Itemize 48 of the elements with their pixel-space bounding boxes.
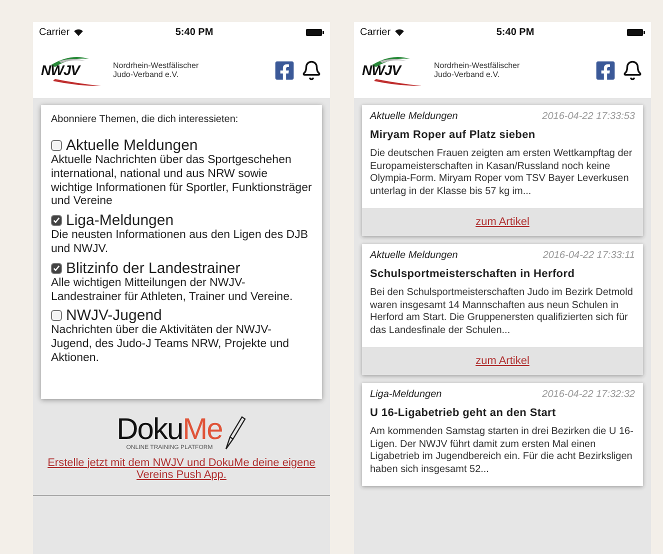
bell-icon[interactable]: [622, 60, 643, 80]
article-category: Liga-Meldungen: [370, 389, 442, 400]
facebook-icon[interactable]: [595, 60, 616, 80]
article-category: Aktuelle Meldungen: [370, 250, 458, 261]
topic-description: Die neusten Informationen aus den Ligen des DJB und NWJV.: [51, 229, 309, 257]
battery-icon: [306, 28, 324, 36]
org-name: Judo-Verband e.V.: [113, 70, 180, 79]
article-link[interactable]: zum Artikel: [470, 216, 536, 228]
article-excerpt: Am kommenden Samstag starten in drei Bezirken die U 16-Ligen. Der NWJV führt damit zum ersten Mal einen Ligabetrieb im Jugendbereich ein. Für die acht Bezirksligen haben sich insgesamt 52...: [370, 426, 634, 476]
article-category: Aktuelle Meldungen: [370, 111, 458, 122]
checkbox[interactable]: [51, 310, 62, 322]
promo-link[interactable]: Erstelle jetzt mit dem NWJV und DokuMe deine eigene Vereins Push App.: [41, 456, 322, 481]
clock: 5:40 PM: [496, 26, 534, 38]
logo-text: NWJV: [362, 62, 400, 78]
topic-title: Liga-Meldungen: [66, 212, 174, 230]
checkbox[interactable]: [51, 262, 62, 274]
article-timestamp: 2016-04-22 17:33:11: [542, 250, 635, 261]
logo-text: NWJV: [41, 62, 80, 78]
article-excerpt: Bei den Schulsportmeisterschaften Judo im Bezirk Detmold waren insgesamt 14 Mannschaften aus neun Schulen in Herford am Start. Die Gruppenersten qualifizierten sich für das Landesfinale der Schulen...: [370, 287, 634, 337]
carrier-label: Carrier: [39, 26, 70, 38]
topic-description: Alle wichtigen Mitteilungen der NWJV-Landestrainer für Athleten, Trainer und Vereine.: [51, 276, 294, 304]
clock: 5:40 PM: [175, 26, 214, 38]
checkbox[interactable]: [51, 215, 62, 226]
bell-icon[interactable]: [301, 60, 322, 80]
article-timestamp: 2016-04-22 17:33:53: [542, 111, 635, 122]
article-timestamp: 2016-04-22 17:32:32: [542, 389, 635, 400]
checkbox[interactable]: [51, 140, 62, 151]
wifi-icon: [394, 28, 404, 36]
carrier-label: Carrier: [360, 26, 391, 38]
article-title: U 16-Ligabetrieb geht an den Start: [370, 407, 557, 419]
article-link[interactable]: zum Artikel: [470, 355, 536, 367]
intro-text: Abonniere Themen, die dich interessieten:: [51, 114, 240, 125]
org-name: Nordrhein-Westfälischer: [434, 61, 521, 70]
org-name: Judo-Verband e.V.: [434, 70, 501, 79]
pen-icon: [224, 414, 246, 451]
topic-title: Blitzinfo der Landestrainer: [66, 260, 240, 277]
topic-description: Nachrichten über die Aktivitäten der NWJV-Jugend, des Judo-J Teams NRW, Projekte und Aktionen.: [51, 324, 290, 366]
wifi-icon: [74, 28, 83, 36]
topic-description: Aktuelle Nachrichten über das Sportgeschehen international, national und aus NRW sowie wichtige Informationen für Sportler, Funktionsträger und Vereine: [51, 154, 312, 210]
org-name: Nordrhein-Westfälischer: [113, 61, 200, 70]
battery-icon: [626, 28, 645, 36]
brand-wordmark: DokuMe: [116, 414, 222, 445]
topic-title: NWJV-Jugend: [66, 307, 162, 324]
facebook-icon[interactable]: [274, 60, 295, 80]
article-title: Schulsportmeisterschaften in Herford: [370, 268, 576, 280]
article-excerpt: Die deutschen Frauen zeigten am ersten Wettkampftag der Europameisterschaften in Kasan/Russland noch keine Olympia-Form. Miryam Roper vom TSV Bayer Leverkusen unterlag in der Klasse bis 57 kg im...: [370, 148, 634, 198]
topic-title: Aktuelle Meldungen: [66, 137, 198, 154]
article-title: Miryam Roper auf Platz sieben: [370, 129, 536, 141]
